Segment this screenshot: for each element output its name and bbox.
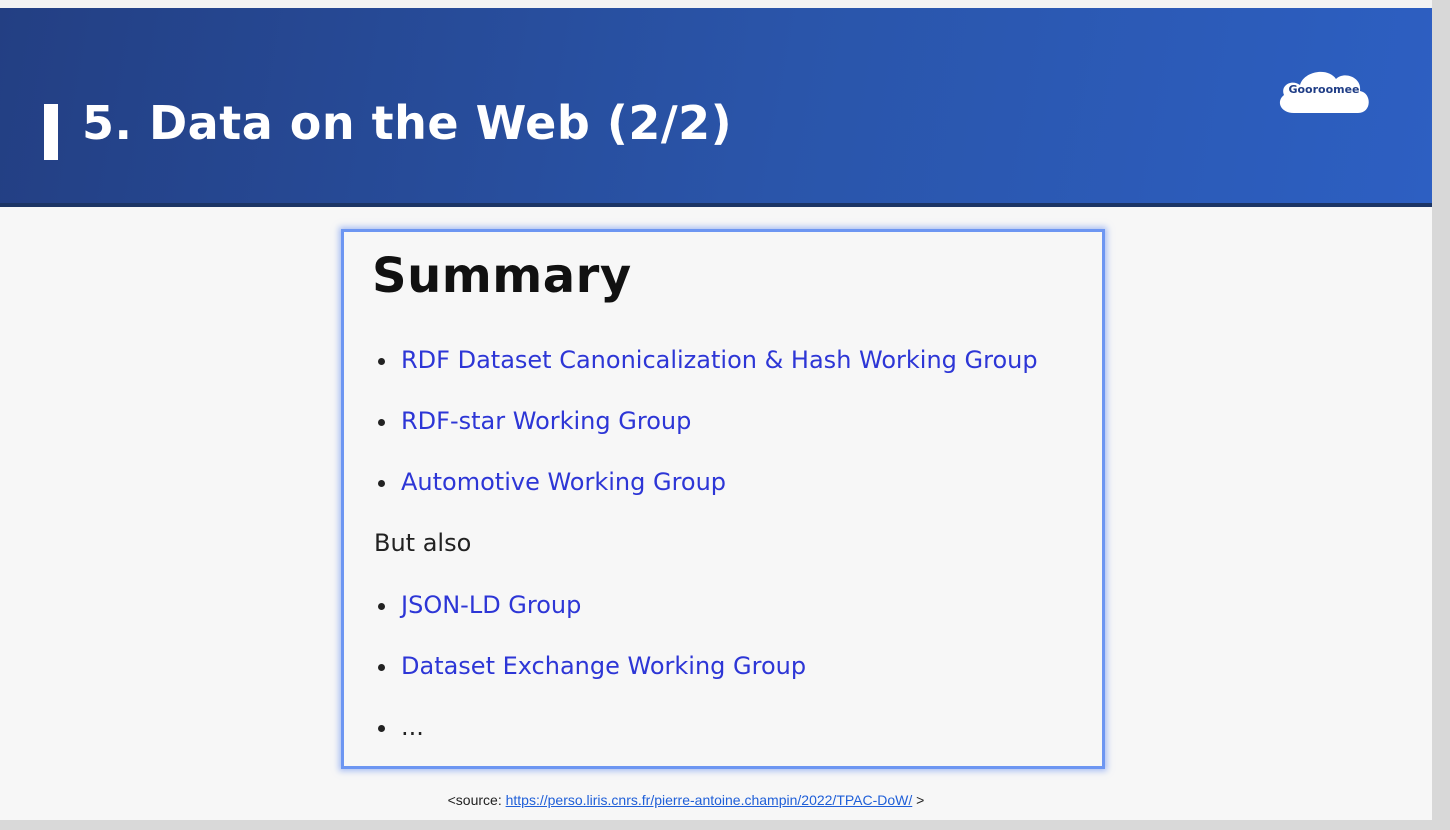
list-item: Dataset Exchange Working Group: [374, 648, 806, 709]
summary-heading: Summary: [372, 248, 632, 304]
window-bottom-edge: [0, 820, 1450, 830]
window-right-edge: [1432, 0, 1450, 830]
title-accent-bar: [44, 104, 58, 160]
list-item: Automotive Working Group: [374, 464, 1038, 525]
bullet-icon: [378, 664, 385, 671]
slide-header: 5. Data on the Web (2/2) Gooroomee: [0, 8, 1432, 207]
bullet-icon: [378, 603, 385, 610]
bullet-icon: [378, 725, 385, 732]
link-rdf-canonicalization[interactable]: RDF Dataset Canonicalization & Hash Work…: [401, 346, 1038, 374]
source-prefix: <source:: [447, 792, 506, 808]
source-suffix: >: [912, 792, 925, 808]
other-group-list: JSON-LD Group Dataset Exchange Working G…: [374, 587, 806, 770]
list-item: ...: [374, 709, 806, 770]
working-group-list: RDF Dataset Canonicalization & Hash Work…: [374, 342, 1038, 525]
bullet-icon: [378, 419, 385, 426]
link-automotive[interactable]: Automotive Working Group: [401, 468, 726, 496]
slide-title: 5. Data on the Web (2/2): [82, 96, 733, 150]
logo-text: Gooroomee: [1288, 83, 1360, 96]
slide: 5. Data on the Web (2/2) Gooroomee Summa…: [0, 0, 1432, 820]
link-rdf-star[interactable]: RDF-star Working Group: [401, 407, 691, 435]
ellipsis-text: ...: [401, 713, 424, 741]
source-caption: <source: https://perso.liris.cnrs.fr/pie…: [0, 792, 1372, 808]
link-dataset-exchange[interactable]: Dataset Exchange Working Group: [401, 652, 806, 680]
summary-panel: Summary RDF Dataset Canonicalization & H…: [341, 229, 1105, 769]
list-item: JSON-LD Group: [374, 587, 806, 648]
source-link[interactable]: https://perso.liris.cnrs.fr/pierre-antoi…: [506, 792, 913, 808]
bullet-icon: [378, 480, 385, 487]
list-item: RDF-star Working Group: [374, 403, 1038, 464]
but-also-text: But also: [374, 529, 472, 557]
gooroomee-logo: Gooroomee: [1272, 63, 1376, 119]
list-item: RDF Dataset Canonicalization & Hash Work…: [374, 342, 1038, 403]
top-strip: [0, 0, 1432, 8]
link-json-ld[interactable]: JSON-LD Group: [401, 591, 581, 619]
bullet-icon: [378, 358, 385, 365]
